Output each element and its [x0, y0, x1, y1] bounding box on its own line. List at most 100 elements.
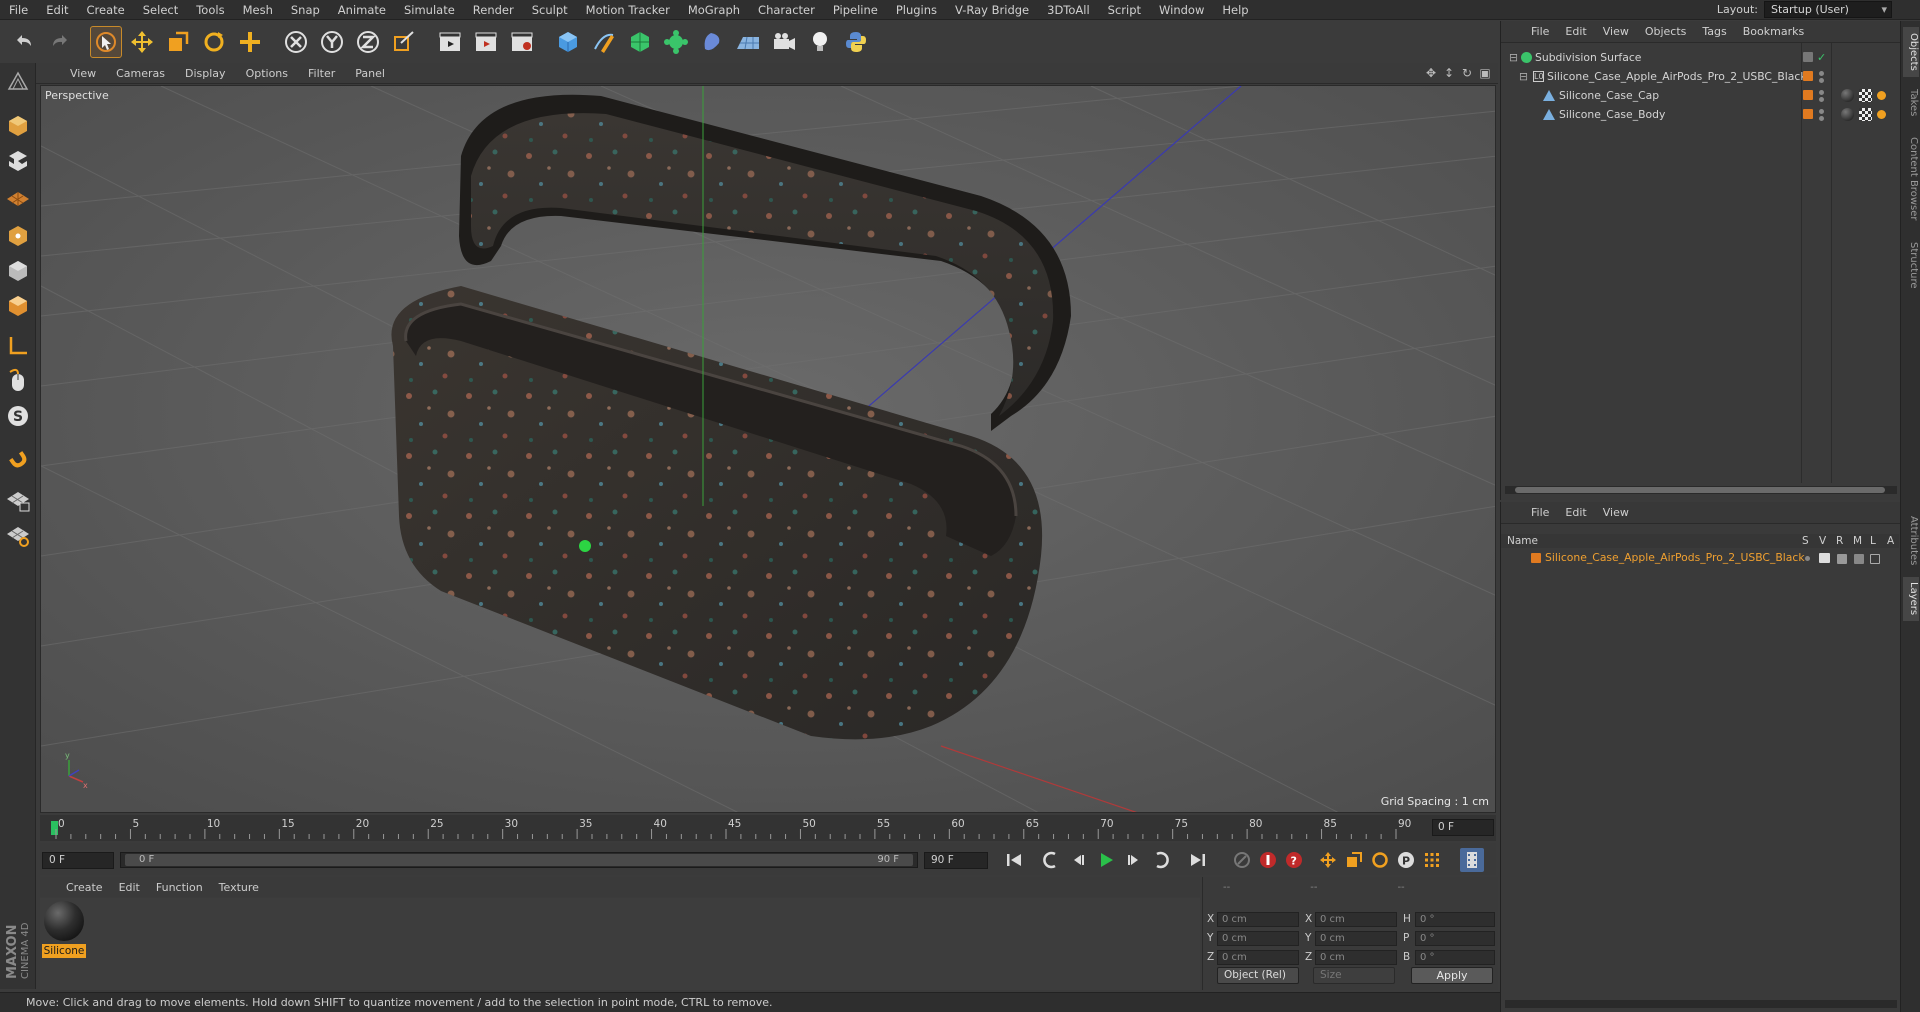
object-manager-scrollbar[interactable]: [1505, 486, 1897, 494]
manager-toggle-icon[interactable]: [1854, 554, 1864, 564]
points-mode-button[interactable]: [2, 220, 34, 252]
menu-edit[interactable]: Edit: [37, 0, 77, 20]
x-axis-button[interactable]: [280, 26, 312, 58]
enabled-check-icon[interactable]: ✓: [1817, 48, 1826, 67]
layer-color-swatch[interactable]: [1531, 553, 1541, 563]
transform-button[interactable]: [234, 26, 266, 58]
planar-workplane-button[interactable]: [2, 519, 34, 551]
play-button[interactable]: [1094, 848, 1118, 872]
viewport-menu-panel[interactable]: Panel: [345, 67, 395, 80]
array-button[interactable]: [660, 26, 692, 58]
position-z-field[interactable]: 0 cm: [1217, 950, 1299, 965]
render-visibility-dot-icon[interactable]: [1819, 116, 1824, 121]
objects-menu-file[interactable]: File: [1523, 25, 1557, 38]
magnet-button[interactable]: [2, 442, 34, 474]
start-frame-field[interactable]: 0 F: [42, 852, 114, 869]
floor-button[interactable]: [732, 26, 764, 58]
tab-takes[interactable]: Takes: [1903, 83, 1919, 123]
subdivision-button[interactable]: [624, 26, 656, 58]
tree-item-case-cap[interactable]: Silicone_Case_Cap: [1501, 86, 1899, 105]
apply-button[interactable]: Apply: [1411, 967, 1493, 984]
render-visibility-dot-icon[interactable]: [1819, 97, 1824, 102]
workplane-button[interactable]: [2, 180, 34, 212]
locked-workplane-button[interactable]: [2, 484, 34, 516]
redo-button[interactable]: [44, 26, 76, 58]
tree-item-case-body[interactable]: Silicone_Case_Body: [1501, 105, 1899, 124]
menu-character[interactable]: Character: [749, 0, 824, 20]
rotation-b-field[interactable]: 0 °: [1415, 950, 1495, 965]
viewport-menu-options[interactable]: Options: [236, 67, 298, 80]
collapse-toggle-icon[interactable]: ⊟: [1519, 67, 1528, 86]
material-tag-icon[interactable]: [1841, 89, 1854, 102]
lock-toggle-icon[interactable]: [1870, 554, 1880, 564]
cube-button[interactable]: [552, 26, 584, 58]
size-y-field[interactable]: 0 cm: [1315, 931, 1397, 946]
key-position-button[interactable]: [1316, 848, 1340, 872]
menu-file[interactable]: File: [0, 0, 37, 20]
polygons-mode-button[interactable]: [2, 290, 34, 322]
editor-visibility-dot-icon[interactable]: [1819, 71, 1824, 76]
size-z-field[interactable]: 0 cm: [1315, 950, 1397, 965]
previous-frame-button[interactable]: [1066, 848, 1090, 872]
undo-button[interactable]: [8, 26, 40, 58]
menu-create[interactable]: Create: [78, 0, 134, 20]
tab-content-browser[interactable]: Content Browser: [1903, 129, 1919, 229]
key-pla-button[interactable]: [1420, 848, 1444, 872]
live-selection-button[interactable]: [90, 26, 122, 58]
y-axis-button[interactable]: [316, 26, 348, 58]
menu-help[interactable]: Help: [1213, 0, 1257, 20]
menu-vray-bridge[interactable]: V-Ray Bridge: [946, 0, 1038, 20]
position-y-field[interactable]: 0 cm: [1217, 931, 1299, 946]
view-eye-icon[interactable]: [1819, 553, 1830, 563]
material-swatch-silicone[interactable]: Silicone: [42, 900, 86, 958]
key-rotation-button[interactable]: [1368, 848, 1392, 872]
scrollbar-thumb[interactable]: [1515, 487, 1885, 493]
phong-tag-icon[interactable]: [1877, 110, 1886, 119]
render-toggle-icon[interactable]: [1837, 554, 1847, 564]
texture-mode-button[interactable]: [2, 145, 34, 177]
make-editable-button[interactable]: [2, 66, 34, 98]
editor-visibility-dot-icon[interactable]: [1819, 109, 1824, 114]
preview-range-thumb[interactable]: [125, 854, 913, 866]
tweak-mode-button[interactable]: [2, 365, 34, 397]
menu-simulate[interactable]: Simulate: [395, 0, 464, 20]
viewport-menu-display[interactable]: Display: [175, 67, 236, 80]
render-view-button[interactable]: [434, 26, 466, 58]
autokeying-button[interactable]: ?: [1282, 848, 1306, 872]
menu-render[interactable]: Render: [464, 0, 523, 20]
material-menu-edit[interactable]: Edit: [111, 881, 148, 894]
axis-mode-button[interactable]: [2, 330, 34, 362]
viewport-menu-cameras[interactable]: Cameras: [106, 67, 175, 80]
timeline-ruler[interactable]: 0 5 10 15 20 25 30 35 40 45 50 55 60 65 …: [40, 815, 1496, 841]
viewport-menu-filter[interactable]: Filter: [298, 67, 345, 80]
layers-menu-file[interactable]: File: [1523, 506, 1557, 519]
tab-attributes[interactable]: Attributes: [1903, 511, 1919, 571]
tree-item-case-group[interactable]: ⊟ L0 Silicone_Case_Apple_AirPods_Pro_2_U…: [1501, 67, 1899, 86]
rotation-h-field[interactable]: 0 °: [1415, 912, 1495, 927]
solo-toggle-icon[interactable]: [1805, 556, 1810, 561]
menu-mograph[interactable]: MoGraph: [679, 0, 749, 20]
dolly-view-icon[interactable]: ↕: [1442, 66, 1456, 80]
layer-color-icon[interactable]: [1803, 90, 1813, 100]
size-x-field[interactable]: 0 cm: [1315, 912, 1397, 927]
key-scale-button[interactable]: [1342, 848, 1366, 872]
layers-menu-view[interactable]: View: [1595, 506, 1637, 519]
objects-menu-objects[interactable]: Objects: [1637, 25, 1695, 38]
coordinate-system-button[interactable]: [388, 26, 420, 58]
deformer-button[interactable]: [696, 26, 728, 58]
render-visibility-dot-icon[interactable]: [1819, 78, 1824, 83]
menu-sculpt[interactable]: Sculpt: [523, 0, 577, 20]
model-mode-button[interactable]: [2, 110, 34, 142]
layer-tag-icon[interactable]: [1803, 52, 1813, 62]
editor-visibility-dot-icon[interactable]: [1819, 90, 1824, 95]
coordinate-mode-dropdown[interactable]: Object (Rel): [1217, 967, 1299, 984]
maximize-view-icon[interactable]: ▣: [1478, 66, 1492, 80]
uvw-tag-icon[interactable]: [1859, 108, 1872, 121]
tab-layers[interactable]: Layers: [1903, 577, 1919, 621]
position-x-field[interactable]: 0 cm: [1217, 912, 1299, 927]
orbit-view-icon[interactable]: ↻: [1460, 66, 1474, 80]
material-menu-create[interactable]: Create: [58, 881, 111, 894]
collapse-toggle-icon[interactable]: ⊟: [1509, 48, 1518, 67]
pen-button[interactable]: [588, 26, 620, 58]
menu-select[interactable]: Select: [134, 0, 187, 20]
